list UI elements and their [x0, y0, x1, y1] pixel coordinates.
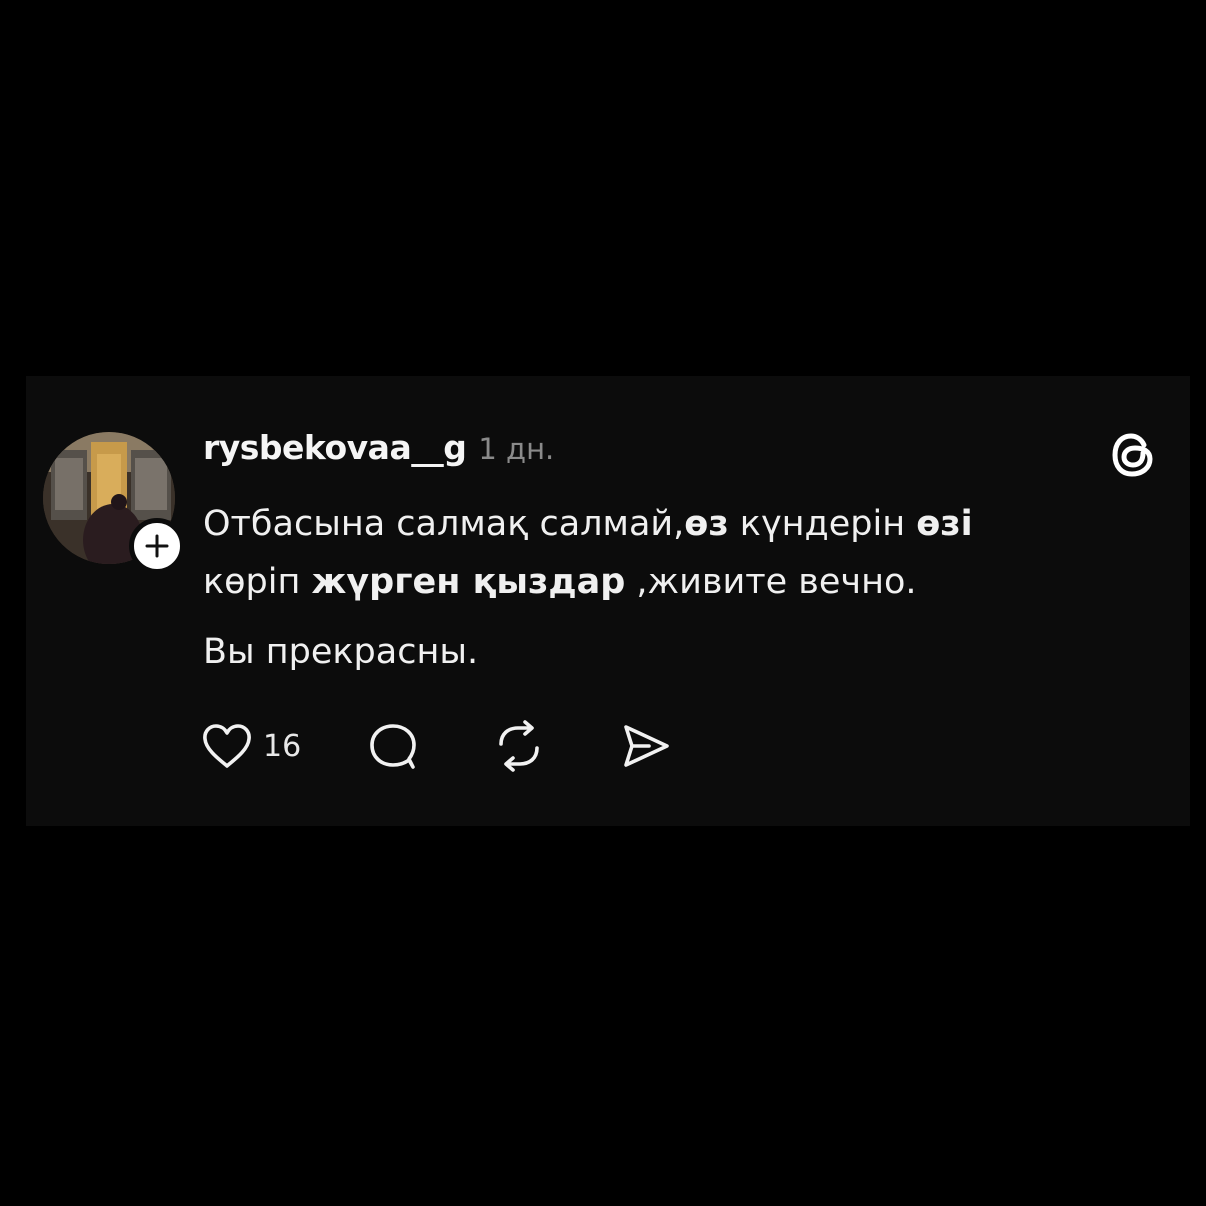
- like-count: 16: [263, 728, 302, 764]
- text-segment: ,живите вечно.: [625, 562, 917, 602]
- post-text-line-2: көріп жүрген қыздар ,живите вечно.: [203, 553, 1163, 611]
- threads-logo-icon[interactable]: [1108, 429, 1160, 481]
- reply-button[interactable]: [365, 720, 421, 772]
- text-bold-segment: өз: [684, 504, 729, 544]
- username[interactable]: rysbekovaa__g: [203, 428, 467, 467]
- text-segment: Отбасына салмақ салмай,: [203, 504, 685, 544]
- repost-icon: [499, 720, 539, 772]
- text-segment: күндерін: [728, 504, 917, 544]
- follow-button[interactable]: [129, 518, 185, 574]
- heart-icon: [203, 724, 251, 768]
- like-button[interactable]: 16: [201, 722, 301, 770]
- send-icon: [624, 725, 669, 767]
- screen: rysbekovaa__g 1 дн. Отбасына салмақ салм…: [0, 0, 1206, 1206]
- plus-icon: [145, 534, 169, 558]
- timestamp: 1 дн.: [478, 432, 555, 466]
- comment-bubble-icon: [370, 724, 416, 769]
- post-text-line-3: Вы прекрасны.: [203, 632, 479, 672]
- share-button[interactable]: [619, 721, 673, 771]
- text-segment: көріп: [203, 562, 312, 602]
- text-bold-segment: жүрген қыздар: [311, 562, 626, 602]
- post-text: Отбасына салмақ салмай,өз күндерін өзі к…: [203, 495, 1163, 681]
- post-text-line-1: Отбасына салмақ салмай,өз күндерін өзі: [203, 495, 1163, 553]
- post-actions: 16: [201, 718, 673, 774]
- text-bold-segment: өзі: [916, 504, 973, 544]
- repost-button[interactable]: [491, 720, 547, 772]
- post-header: rysbekovaa__g 1 дн.: [203, 428, 554, 478]
